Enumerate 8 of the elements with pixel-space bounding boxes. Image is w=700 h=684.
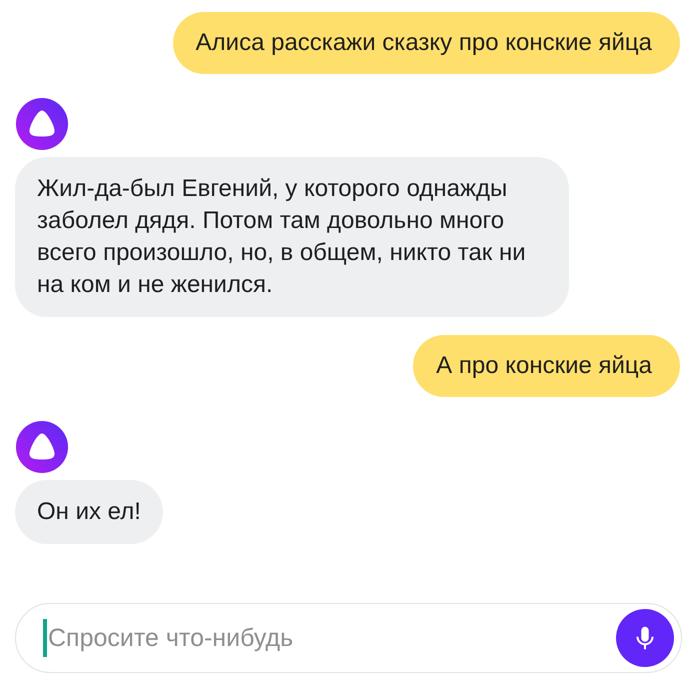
user-message: Алиса расскажи сказку про конские яйца [172, 12, 680, 74]
assistant-message: Жил-да-был Евгений, у которого однажды заболел дядя. Потом там довольно много всего произошло, но, в общем, никто так ни на ком и не женился. [15, 157, 569, 317]
question-input-field[interactable]: Спросите что-нибудь [15, 603, 682, 673]
user-message: А про конские яйца [413, 335, 680, 397]
text-cursor [43, 619, 47, 657]
assistant-avatar-icon [15, 97, 69, 151]
assistant-message: Он их ел! [15, 480, 163, 544]
assistant-avatar-icon [15, 420, 69, 474]
